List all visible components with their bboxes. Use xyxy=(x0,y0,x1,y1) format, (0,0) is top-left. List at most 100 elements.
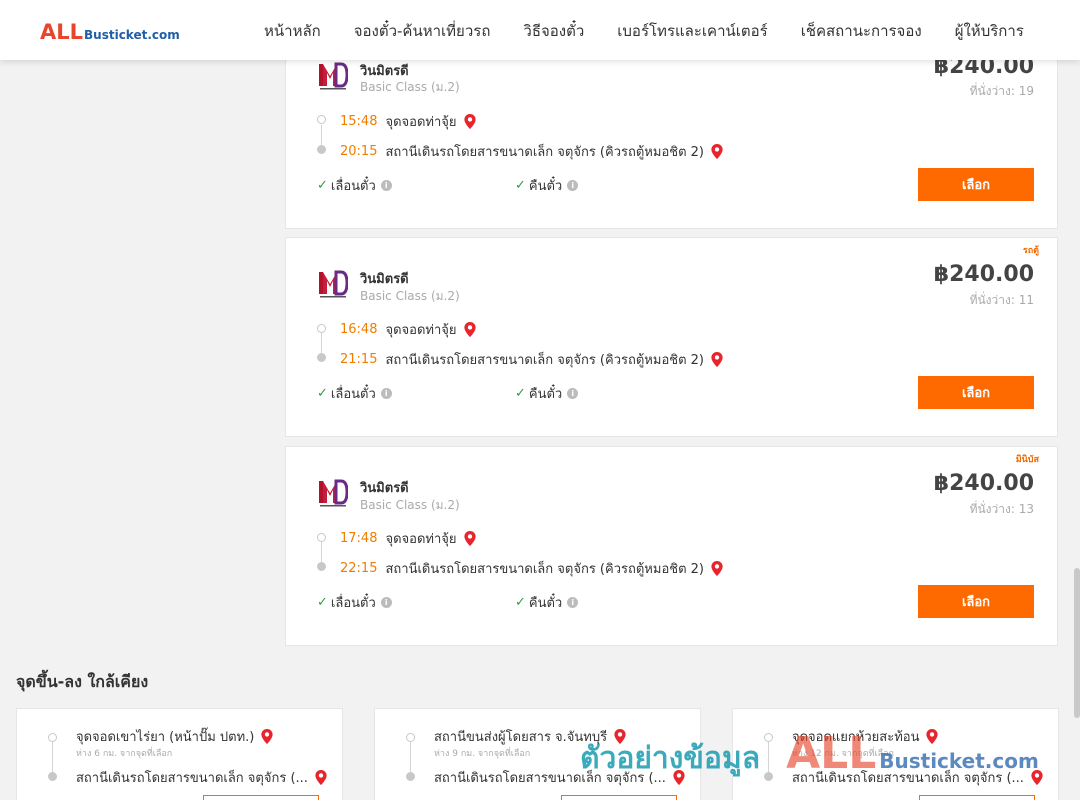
vehicle-type-badge: รถตู้ xyxy=(1022,246,1039,256)
nearby-distance: ห่าง 12 กม. จากจุดที่เลือก xyxy=(792,749,894,759)
select-trip-button[interactable]: เลือก xyxy=(918,168,1034,201)
departure-place: จุดจอดท่าจุ้ย xyxy=(385,115,457,130)
nearby-from-label: จุดจอดแยกห้วยสะท้อน xyxy=(792,730,920,745)
nearby-from: จุดจอดแยกห้วยสะท้อน xyxy=(792,726,939,747)
origin-dot xyxy=(48,733,57,742)
departure-place: จุดจอดท่าจุ้ย xyxy=(385,323,457,338)
refund-label: คืนตั๋ว xyxy=(528,387,563,402)
nearby-from: จุดจอดเขาไร่ยา (หน้าปั๊ม ปตท.) xyxy=(76,726,274,747)
map-pin-icon[interactable] xyxy=(463,531,476,546)
departure-stop: 17:48 จุดจอดท่าจุ้ย xyxy=(340,528,476,549)
select-trip-button[interactable]: เลือก xyxy=(918,585,1034,618)
reschedule-option: ✓ เลื่อนตั๋ว i xyxy=(317,383,392,404)
destination-dot xyxy=(317,145,326,154)
reschedule-label: เลื่อนตั๋ว xyxy=(330,387,376,402)
nav-operators[interactable]: ผู้ให้บริการ xyxy=(955,19,1024,43)
map-pin-icon[interactable] xyxy=(673,770,685,785)
info-icon[interactable]: i xyxy=(567,597,579,608)
map-pin-icon[interactable] xyxy=(614,729,626,744)
nearby-select-button[interactable] xyxy=(203,795,319,800)
ticket-price: ฿240.00 xyxy=(933,262,1034,287)
nearby-from: สถานีขนส่งผู้โดยสาร จ.จันทบุรี xyxy=(434,726,626,747)
nearby-stop-card[interactable]: จุดจอดแยกห้วยสะท้อน ห่าง 12 กม. จากจุดที… xyxy=(732,708,1059,800)
nav-book-search[interactable]: จองตั๋ว-ค้นหาเที่ยวรถ xyxy=(354,19,491,43)
refund-label: คืนตั๋ว xyxy=(528,179,563,194)
nearby-to: สถานีเดินรถโดยสารขนาดเล็ก จตุจักร (... xyxy=(76,767,327,788)
nearby-stop-card[interactable]: จุดจอดเขาไร่ยา (หน้าปั๊ม ปตท.) ห่าง 6 กม… xyxy=(16,708,343,800)
trip-card: มินิบัส วินมิตรดี Basic Class (ม.2) ฿240… xyxy=(285,446,1058,646)
info-icon[interactable]: i xyxy=(380,597,392,608)
operator-logo-icon xyxy=(319,62,348,90)
logo-busticket-text: Busticket.com xyxy=(84,28,180,42)
nearby-select-button[interactable] xyxy=(561,795,677,800)
origin-dot xyxy=(317,533,326,542)
departure-time: 16:48 xyxy=(340,322,378,337)
nav-check-booking[interactable]: เช็คสถานะการจอง xyxy=(801,19,922,43)
map-pin-icon[interactable] xyxy=(926,729,939,744)
nearby-select-button[interactable] xyxy=(919,795,1035,800)
departure-time: 17:48 xyxy=(340,531,378,546)
logo-all-text: ALL xyxy=(40,20,84,44)
info-icon[interactable]: i xyxy=(380,388,392,399)
arrival-stop: 21:15 สถานีเดินรถโดยสารขนาดเล็ก จตุจักร … xyxy=(340,349,723,370)
page-scrollbar[interactable] xyxy=(1074,568,1080,718)
info-icon[interactable]: i xyxy=(567,388,579,399)
operator-name: วินมิตรดี xyxy=(360,481,409,496)
map-pin-icon[interactable] xyxy=(463,114,476,129)
destination-dot xyxy=(48,772,57,781)
reschedule-option: ✓ เลื่อนตั๋ว i xyxy=(317,592,392,613)
refund-label: คืนตั๋ว xyxy=(528,596,563,611)
departure-stop: 16:48 จุดจอดท่าจุ้ย xyxy=(340,319,476,340)
map-pin-icon[interactable] xyxy=(711,144,723,159)
select-trip-button[interactable]: เลือก xyxy=(918,376,1034,409)
map-pin-icon[interactable] xyxy=(463,322,476,337)
check-icon: ✓ xyxy=(317,595,328,610)
map-pin-icon[interactable] xyxy=(261,729,274,744)
main-nav: หน้าหลัก จองตั๋ว-ค้นหาเที่ยวรถ วิธีจองตั… xyxy=(264,19,1057,43)
trip-card: รถตู้ วินมิตรดี Basic Class (ม.2) ฿240.0… xyxy=(285,237,1058,437)
map-pin-icon[interactable] xyxy=(315,770,327,785)
nearby-from-label: สถานีขนส่งผู้โดยสาร จ.จันทบุรี xyxy=(434,730,608,745)
ticket-price: ฿240.00 xyxy=(933,471,1034,496)
map-pin-icon[interactable] xyxy=(711,352,723,367)
map-pin-icon[interactable] xyxy=(711,561,723,576)
seats-available: ที่นั่งว่าง: 11 xyxy=(969,293,1034,307)
origin-dot xyxy=(406,733,415,742)
nearby-stop-card[interactable]: สถานีขนส่งผู้โดยสาร จ.จันทบุรี ห่าง 9 กม… xyxy=(374,708,701,800)
nearby-from-label: จุดจอดเขาไร่ยา (หน้าปั๊ม ปตท.) xyxy=(76,730,255,745)
info-icon[interactable]: i xyxy=(567,180,579,191)
nearby-to: สถานีเดินรถโดยสารขนาดเล็ก จตุจักร (... xyxy=(792,767,1043,788)
reschedule-option: ✓ เลื่อนตั๋ว i xyxy=(317,175,392,196)
nearby-stops-title: จุดขึ้น-ลง ใกล้เคียง xyxy=(16,672,149,691)
map-pin-icon[interactable] xyxy=(1031,770,1043,785)
seats-available: ที่นั่งว่าง: 19 xyxy=(969,84,1034,98)
nav-how-to-book[interactable]: วิธีจองตั๋ว xyxy=(523,19,584,43)
nearby-to-label: สถานีเดินรถโดยสารขนาดเล็ก จตุจักร (... xyxy=(76,771,308,786)
nav-phone-counter[interactable]: เบอร์โทรและเคาน์เตอร์ xyxy=(617,19,767,43)
nearby-to-label: สถานีเดินรถโดยสารขนาดเล็ก จตุจักร (... xyxy=(792,771,1024,786)
reschedule-label: เลื่อนตั๋ว xyxy=(330,179,376,194)
nearby-distance: ห่าง 9 กม. จากจุดที่เลือก xyxy=(434,749,531,759)
origin-dot xyxy=(764,733,773,742)
destination-dot xyxy=(764,772,773,781)
arrival-time: 22:15 xyxy=(340,561,378,576)
info-icon[interactable]: i xyxy=(380,180,392,191)
destination-dot xyxy=(317,562,326,571)
bus-class: Basic Class (ม.2) xyxy=(360,289,460,303)
nearby-distance: ห่าง 6 กม. จากจุดที่เลือก xyxy=(76,749,173,759)
refund-option: ✓ คืนตั๋ว i xyxy=(515,175,579,196)
operator-logo-icon xyxy=(319,270,348,298)
bus-class: Basic Class (ม.2) xyxy=(360,498,460,512)
reschedule-label: เลื่อนตั๋ว xyxy=(330,596,376,611)
seats-available: ที่นั่งว่าง: 13 xyxy=(969,502,1034,516)
check-icon: ✓ xyxy=(515,178,526,193)
nav-home[interactable]: หน้าหลัก xyxy=(264,19,321,43)
arrival-time: 20:15 xyxy=(340,144,378,159)
refund-option: ✓ คืนตั๋ว i xyxy=(515,383,579,404)
site-logo[interactable]: ALL Busticket.com xyxy=(40,20,180,44)
check-icon: ✓ xyxy=(515,595,526,610)
origin-dot xyxy=(317,324,326,333)
arrival-place: สถานีเดินรถโดยสารขนาดเล็ก จตุจักร (คิวรถ… xyxy=(385,562,704,577)
bus-class: Basic Class (ม.2) xyxy=(360,80,460,94)
origin-dot xyxy=(317,115,326,124)
